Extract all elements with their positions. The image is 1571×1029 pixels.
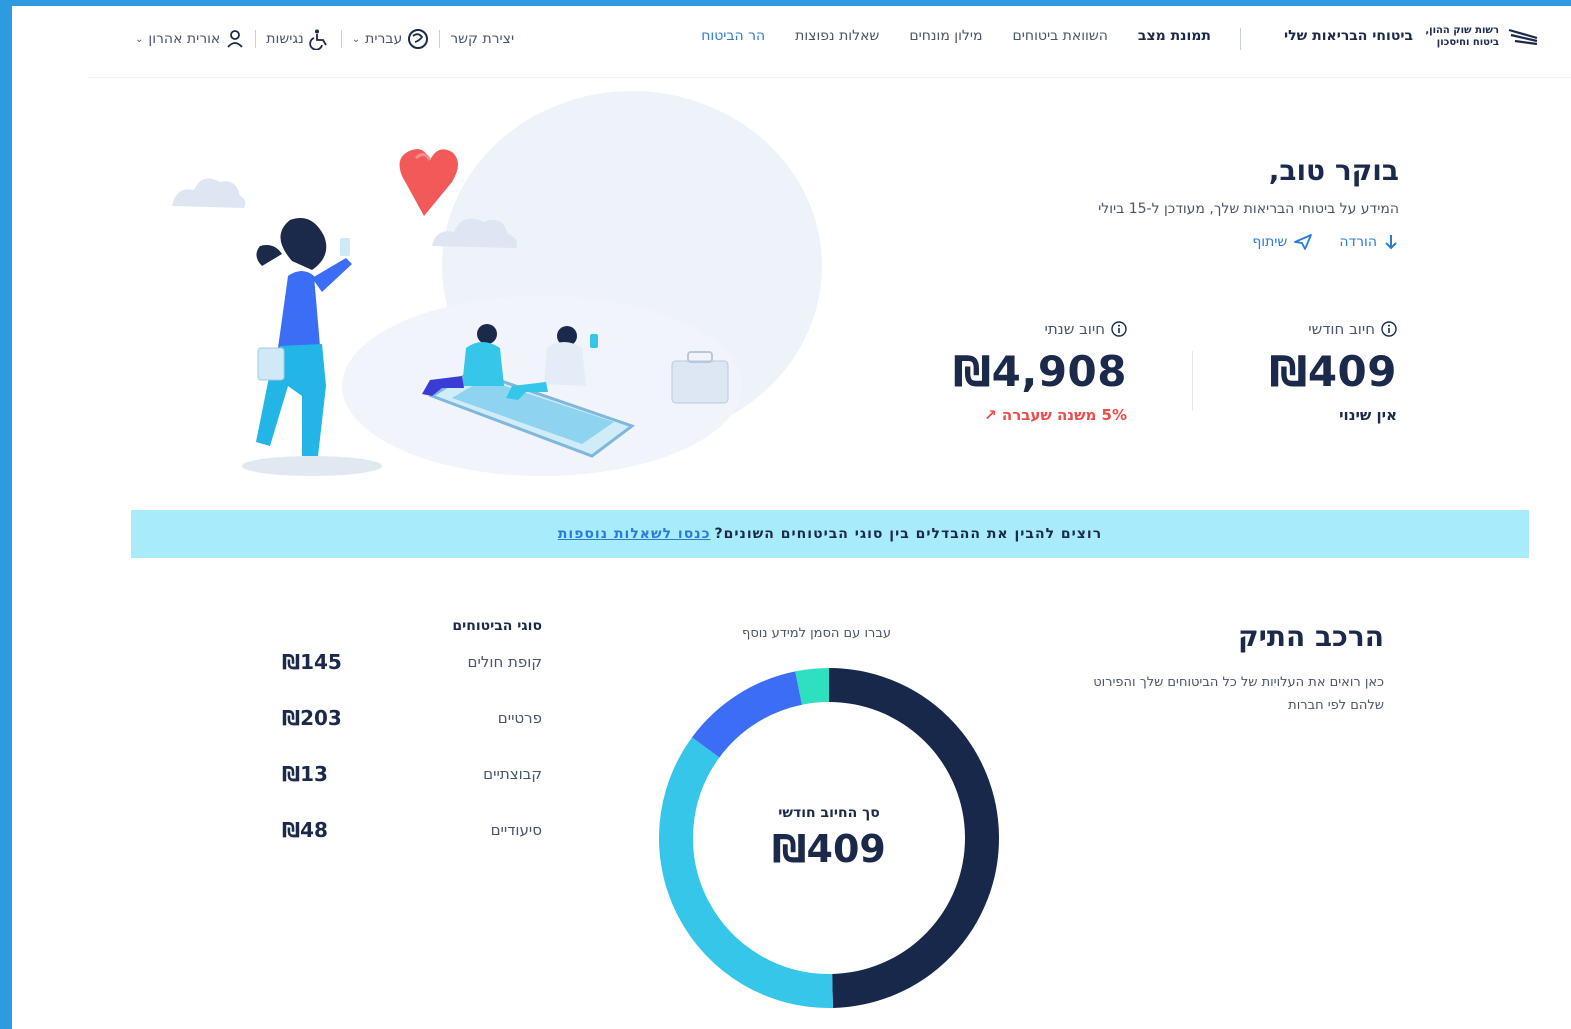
accessibility-label: נגישות: [266, 31, 304, 47]
annual-charge-card: חיוב שנתי ₪4,908 5% משנה שעברה ↗: [953, 320, 1127, 424]
monthly-charge-label-text: חיוב חודשי: [1308, 320, 1375, 338]
hero-illustration: [172, 91, 822, 476]
chevron-down-icon: ⌄: [135, 33, 144, 45]
nav-item-faq[interactable]: שאלות נפוצות: [795, 28, 879, 44]
app-window: רשות שוק ההון, ביטוח וחיסכון ביטוחי הברי…: [12, 6, 1571, 1029]
logo-line-1: רשות שוק ההון,: [1425, 25, 1499, 36]
contact-link[interactable]: יצירת קשר: [450, 31, 514, 47]
info-icon[interactable]: [1111, 321, 1127, 337]
banner-link[interactable]: כנסו לשאלות נוספות: [558, 526, 711, 542]
brand-title[interactable]: ביטוחי הבריאות שלי: [1284, 28, 1413, 44]
charges-divider: [1192, 351, 1193, 411]
download-button[interactable]: הורדה: [1339, 233, 1399, 251]
user-name: אורית אהרון: [148, 31, 221, 47]
share-icon: [1294, 234, 1313, 250]
info-icon[interactable]: [1381, 321, 1397, 337]
annual-charge-label: חיוב שנתי: [1044, 320, 1127, 338]
list-item[interactable]: קופת חולים ₪145: [282, 634, 542, 690]
user-icon: [227, 30, 243, 48]
type-name: קופת חולים: [467, 653, 542, 671]
type-name: סיעודיים: [490, 821, 542, 839]
logo-line-2: ביטוח וחיסכון: [1436, 37, 1499, 48]
monthly-charge-label: חיוב חודשי: [1308, 320, 1397, 338]
annual-charge-change: 5% משנה שעברה ↗: [953, 406, 1127, 424]
portfolio-donut-chart[interactable]: סך החיוב חודשי ₪409: [659, 668, 999, 1008]
divider: [255, 30, 257, 48]
header-divider: [1240, 28, 1241, 50]
annual-charge-amount: ₪4,908: [953, 347, 1127, 396]
greeting-subtitle: המידע על ביטוחי הבריאות שלך, מעודכן ל-15…: [1098, 201, 1399, 217]
logo-text: רשות שוק ההון, ביטוח וחיסכון: [1425, 25, 1499, 49]
nav-item-insurance-mountain[interactable]: הר הביטוח: [701, 28, 765, 44]
type-value: ₪48: [282, 818, 328, 842]
insurance-types-list: סוגי הביטוחים קופת חולים ₪145 פרטיים ₪20…: [282, 618, 542, 858]
type-name: קבוצתיים: [483, 765, 542, 783]
nav-item-dashboard[interactable]: תמונת מצב: [1138, 28, 1211, 44]
globe-icon: [408, 29, 429, 49]
greeting-section: בוקר טוב, המידע על ביטוחי הבריאות שלך, מ…: [1098, 154, 1399, 251]
portfolio-section: הרכב התיק כאן רואים את העלויות של כל הבי…: [1084, 620, 1384, 717]
accessibility-icon: [309, 29, 327, 50]
share-label: שיתוף: [1252, 234, 1288, 250]
list-item[interactable]: סיעודיים ₪48: [282, 802, 542, 858]
share-button[interactable]: שיתוף: [1252, 233, 1313, 251]
accessibility-button[interactable]: נגישות: [266, 28, 330, 50]
arrow-up-right-icon: ↗: [984, 406, 997, 424]
utility-menu: יצירת קשר עברית ⌄ נגישות אורית אהרון ⌄: [135, 28, 514, 50]
logo-mark-icon: [1508, 28, 1538, 46]
side-handle: [12, 450, 26, 480]
banner-text: רוצים להבין את ההבדלים בין סוגי הביטוחים…: [714, 526, 1103, 542]
top-header: רשות שוק ההון, ביטוח וחיסכון ביטוחי הברי…: [87, 6, 1571, 78]
download-label: הורדה: [1339, 234, 1377, 250]
language-selector[interactable]: עברית ⌄: [352, 28, 429, 50]
donut-center: סך החיוב חודשי ₪409: [659, 668, 999, 1008]
monthly-charge-amount: ₪409: [1269, 347, 1397, 396]
monthly-charge-card: חיוב חודשי ₪409 אין שינוי: [1269, 320, 1397, 424]
download-icon: [1385, 235, 1397, 250]
info-banner: רוצים להבין את ההבדלים בין סוגי הביטוחים…: [131, 510, 1529, 558]
donut-total-label: סך החיוב חודשי: [778, 805, 880, 821]
type-value: ₪145: [282, 650, 342, 674]
type-value: ₪203: [282, 706, 342, 730]
user-menu[interactable]: אורית אהרון ⌄: [135, 29, 245, 49]
chart-hover-hint: עברו עם הסמן למידע נוסף: [742, 626, 891, 641]
insurance-types-header: סוגי הביטוחים: [452, 618, 542, 634]
portfolio-title: הרכב התיק: [1237, 620, 1384, 653]
type-name: פרטיים: [497, 709, 542, 727]
greeting-actions: הורדה שיתוף: [1098, 233, 1399, 251]
greeting-title: בוקר טוב,: [1268, 154, 1399, 187]
monthly-charge-change: אין שינוי: [1339, 406, 1397, 424]
logo[interactable]: רשות שוק ההון, ביטוח וחיסכון: [1425, 24, 1541, 50]
annual-change-text: 5% משנה שעברה: [1001, 406, 1127, 424]
portfolio-description: כאן רואים את העלויות של כל הביטוחים שלך …: [1093, 675, 1384, 713]
type-value: ₪13: [282, 762, 328, 786]
main-nav: תמונת מצב השוואת ביטוחים מילון מונחים שא…: [701, 28, 1211, 44]
divider: [439, 30, 441, 48]
list-item[interactable]: קבוצתיים ₪13: [282, 746, 542, 802]
annual-charge-label-text: חיוב שנתי: [1044, 320, 1105, 338]
language-label: עברית: [365, 31, 403, 47]
nav-item-glossary[interactable]: מילון מונחים: [909, 28, 982, 44]
nav-item-compare[interactable]: השוואת ביטוחים: [1013, 28, 1108, 44]
chevron-down-icon: ⌄: [351, 33, 361, 45]
list-item[interactable]: פרטיים ₪203: [282, 690, 542, 746]
divider: [340, 30, 342, 48]
donut-total-value: ₪409: [772, 827, 886, 871]
